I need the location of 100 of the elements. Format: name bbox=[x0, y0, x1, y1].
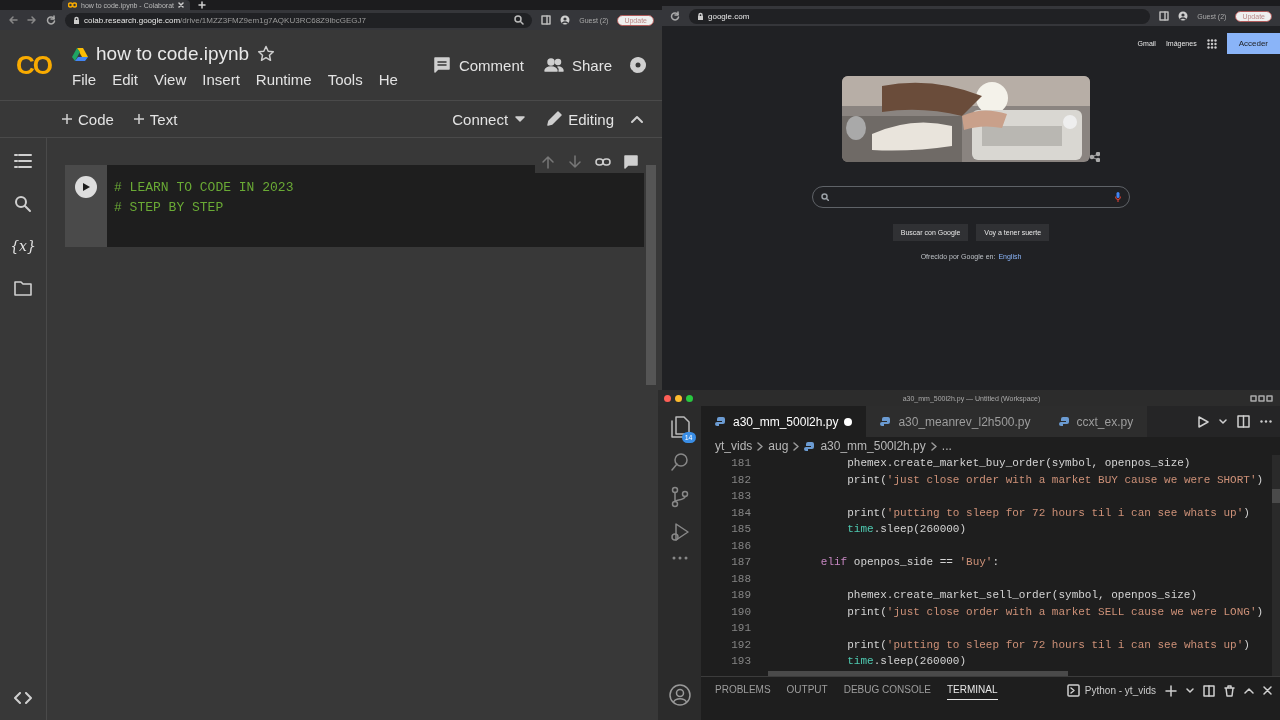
line-number: 182 bbox=[730, 472, 751, 488]
side-panel-icon[interactable] bbox=[541, 15, 552, 25]
share-button[interactable]: Share bbox=[539, 52, 616, 78]
back-icon[interactable] bbox=[8, 15, 18, 25]
run-icon[interactable] bbox=[1197, 415, 1209, 428]
add-code-button[interactable]: Code bbox=[58, 106, 118, 132]
code-line: print('just close order with a market SELL cause we were LONG') bbox=[846, 604, 1265, 620]
trash-icon[interactable] bbox=[1224, 684, 1235, 697]
profile-icon[interactable] bbox=[560, 15, 571, 25]
collapse-icon[interactable] bbox=[630, 114, 644, 124]
variables-button[interactable]: {x} bbox=[10, 238, 36, 254]
line-number: 181 bbox=[730, 456, 751, 471]
url-text: colab.research.google.com/drive/1MZZ3FMZ9em1g7AQKU3RC68Z9lbcGEGJ7 bbox=[84, 15, 366, 25]
code-line: print('just close order with a market BUY cause we were SHORT') bbox=[846, 472, 1265, 488]
microphone-icon[interactable] bbox=[1115, 192, 1121, 202]
more-icon[interactable] bbox=[1260, 420, 1272, 423]
panel-tab[interactable]: TERMINAL bbox=[946, 684, 998, 700]
share-icon[interactable] bbox=[1090, 152, 1100, 162]
more-icon[interactable] bbox=[671, 556, 688, 560]
source-control-icon[interactable] bbox=[669, 486, 690, 508]
zoom-icon[interactable] bbox=[514, 15, 525, 25]
sign-in-button[interactable]: Acceder bbox=[1226, 33, 1280, 54]
breadcrumb-item[interactable]: yt_vids bbox=[715, 439, 753, 453]
menu-item[interactable]: View bbox=[154, 70, 187, 88]
line-number: 184 bbox=[730, 505, 751, 521]
plus-icon bbox=[62, 114, 72, 124]
maximize-icon[interactable] bbox=[1244, 687, 1254, 694]
breadcrumb-item[interactable]: aug bbox=[768, 439, 789, 453]
move-up-icon[interactable] bbox=[541, 155, 555, 169]
star-icon[interactable] bbox=[257, 44, 276, 63]
editor-tab[interactable]: ccxt_ex.py bbox=[1044, 406, 1148, 437]
editing-button[interactable]: Editing bbox=[542, 106, 618, 132]
address-bar[interactable]: google.com bbox=[689, 8, 1151, 24]
breadcrumb-item[interactable]: ... bbox=[941, 439, 952, 453]
apps-icon[interactable] bbox=[1206, 38, 1217, 49]
comment-icon bbox=[432, 56, 451, 74]
run-debug-icon[interactable] bbox=[669, 522, 690, 542]
code-icon[interactable] bbox=[14, 692, 32, 704]
panel-tab[interactable]: OUTPUT bbox=[786, 684, 828, 700]
new-tab-icon[interactable] bbox=[198, 1, 206, 9]
new-terminal-icon[interactable] bbox=[1165, 684, 1177, 697]
reload-icon[interactable] bbox=[670, 11, 680, 21]
search-icon[interactable] bbox=[14, 195, 32, 213]
forward-icon[interactable] bbox=[27, 15, 37, 25]
colab-logo-icon bbox=[68, 2, 77, 8]
code-comment: # STEP BY STEP bbox=[114, 199, 225, 217]
files-icon[interactable] bbox=[669, 416, 690, 438]
run-button[interactable] bbox=[75, 176, 97, 198]
menu-item[interactable]: Edit bbox=[112, 70, 139, 88]
close-icon[interactable] bbox=[1263, 686, 1272, 695]
python-file-icon bbox=[880, 415, 893, 428]
line-number: 190 bbox=[730, 604, 751, 620]
terminal-icon bbox=[1066, 684, 1080, 697]
move-down-icon[interactable] bbox=[568, 155, 582, 169]
close-icon[interactable] bbox=[178, 2, 184, 8]
menu-item[interactable]: Runtime bbox=[255, 70, 312, 88]
python-file-icon bbox=[804, 440, 816, 452]
terminal-selector[interactable]: Python - yt_vids bbox=[1066, 684, 1156, 697]
python-file-icon bbox=[715, 415, 727, 428]
caret-icon[interactable] bbox=[1186, 687, 1194, 694]
editor-tab[interactable]: a30_mm_500l2h.py bbox=[701, 406, 867, 437]
chevron-icon bbox=[757, 441, 764, 451]
profile-icon[interactable] bbox=[1178, 11, 1189, 21]
table-of-contents-icon[interactable] bbox=[14, 152, 32, 170]
search-field[interactable] bbox=[812, 186, 1130, 208]
reload-icon[interactable] bbox=[46, 15, 56, 25]
panel-tab[interactable]: PROBLEMS bbox=[715, 684, 771, 700]
menu-item[interactable]: Tools bbox=[327, 70, 363, 88]
lock-icon bbox=[697, 11, 704, 21]
unsaved-dot bbox=[844, 417, 853, 426]
menu-item[interactable]: He bbox=[378, 70, 398, 88]
colab-logo: CO bbox=[16, 49, 53, 81]
breadcrumb-item[interactable]: a30_mm_500l2h.py bbox=[820, 439, 926, 453]
line-number: 193 bbox=[730, 654, 751, 669]
code-cell[interactable]: # LEARN TO CODE IN 2023 # STEP BY STEP bbox=[65, 165, 644, 247]
menu-item[interactable]: Insert bbox=[202, 70, 240, 88]
split-editor-icon[interactable] bbox=[1237, 415, 1250, 428]
split-terminal-icon[interactable] bbox=[1203, 684, 1215, 697]
line-number: 192 bbox=[730, 637, 751, 653]
address-bar[interactable]: colab.research.google.com/drive/1MZZ3FMZ9em1g7AQKU3RC68Z9lbcGEGJ7 bbox=[65, 12, 533, 28]
code-line: phemex.create_market_buy_order(symbol, openpos_size) bbox=[846, 456, 1192, 471]
menu-item[interactable]: File bbox=[72, 70, 97, 88]
side-panel-icon[interactable] bbox=[1159, 11, 1170, 21]
link-icon[interactable] bbox=[595, 157, 611, 167]
comment-button[interactable]: Comment bbox=[428, 52, 528, 78]
play-icon bbox=[81, 182, 91, 192]
editor-tab[interactable]: a30_meanrev_l2h500.py bbox=[866, 406, 1045, 437]
account-icon[interactable] bbox=[668, 684, 691, 706]
caret-icon[interactable] bbox=[1219, 418, 1227, 425]
search-icon[interactable] bbox=[669, 452, 690, 472]
folder-icon[interactable] bbox=[14, 279, 32, 297]
line-number: 183 bbox=[730, 489, 751, 504]
comment-icon[interactable] bbox=[624, 155, 638, 169]
notebook-title[interactable]: how to code.ipynb bbox=[96, 42, 250, 65]
chevron-icon bbox=[793, 441, 800, 451]
connect-button[interactable]: Connect bbox=[448, 106, 531, 132]
layout-icon[interactable] bbox=[1250, 394, 1274, 402]
panel-tab[interactable]: DEBUG CONSOLE bbox=[843, 684, 931, 700]
pencil-icon bbox=[546, 111, 563, 127]
add-text-button[interactable]: Text bbox=[129, 106, 182, 132]
